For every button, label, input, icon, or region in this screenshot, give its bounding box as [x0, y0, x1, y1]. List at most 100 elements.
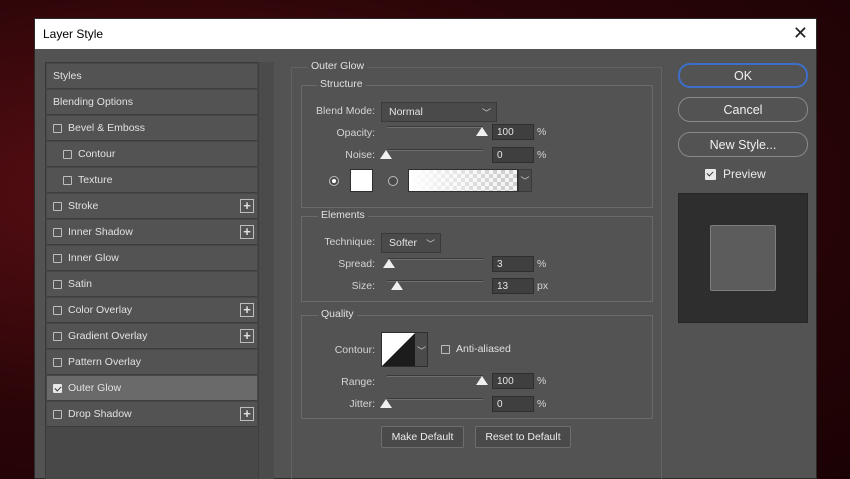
style-item-label: Blending Options — [53, 96, 133, 108]
stroke-checkbox[interactable] — [53, 201, 62, 211]
style-item-label: Pattern Overlay — [68, 356, 141, 368]
drop-shadow-checkbox[interactable] — [53, 409, 62, 419]
make-default-button[interactable]: Make Default — [381, 426, 464, 448]
range-slider-thumb[interactable] — [476, 376, 488, 385]
jitter-input[interactable]: 0 — [492, 396, 534, 412]
contour-picker[interactable]: ﹀ — [381, 332, 428, 367]
style-item-label: Bevel & Emboss — [68, 122, 146, 134]
noise-unit: % — [537, 149, 547, 161]
gradient-picker[interactable] — [408, 169, 518, 192]
style-item-color-overlay[interactable]: Color Overlay + — [47, 298, 257, 323]
opacity-input[interactable]: 100 — [492, 124, 534, 140]
inner-shadow-checkbox[interactable] — [53, 227, 62, 237]
style-item-label: Satin — [68, 278, 92, 290]
noise-input[interactable]: 0 — [492, 147, 534, 163]
jitter-slider[interactable] — [387, 398, 483, 400]
add-icon[interactable]: + — [240, 407, 254, 421]
style-item-stroke[interactable]: Stroke + — [47, 194, 257, 219]
ok-button[interactable]: OK — [678, 63, 808, 88]
inner-glow-checkbox[interactable] — [53, 253, 62, 263]
cancel-button[interactable]: Cancel — [678, 97, 808, 122]
blend-mode-select[interactable]: Normal ﹀ — [381, 102, 497, 122]
bevel-emboss-checkbox[interactable] — [53, 123, 62, 133]
color-overlay-checkbox[interactable] — [53, 305, 62, 315]
style-item-styles[interactable]: Styles — [47, 64, 257, 89]
range-label: Range: — [341, 376, 375, 388]
preview-label: Preview — [723, 167, 766, 181]
jitter-label: Jitter: — [349, 398, 375, 410]
blend-mode-value: Normal — [389, 106, 423, 118]
layer-style-dialog: Layer Style ✕ Styles Blending Options Beve… — [34, 18, 817, 479]
range-slider[interactable] — [387, 375, 483, 377]
jitter-unit: % — [537, 398, 547, 410]
styles-list: Styles Blending Options Bevel & Emboss Cont… — [45, 62, 274, 479]
style-item-label: Color Overlay — [68, 304, 133, 316]
style-item-texture[interactable]: Texture — [47, 168, 257, 193]
style-item-label: Contour — [78, 148, 116, 160]
structure-title: Structure — [317, 78, 366, 90]
chevron-down-icon: ﹀ — [417, 346, 427, 356]
contour-preview-icon — [382, 333, 415, 366]
add-icon[interactable]: + — [240, 303, 254, 317]
style-item-contour[interactable]: Contour — [47, 142, 257, 167]
style-preview — [678, 193, 808, 323]
style-item-satin[interactable]: Satin — [47, 272, 257, 297]
outer-glow-checkbox[interactable] — [53, 383, 62, 393]
satin-checkbox[interactable] — [53, 279, 62, 289]
style-item-inner-shadow[interactable]: Inner Shadow + — [47, 220, 257, 245]
size-slider-thumb[interactable] — [391, 281, 403, 290]
style-item-label: Texture — [78, 174, 113, 186]
style-item-label: Outer Glow — [68, 382, 122, 394]
solid-color-radio[interactable] — [329, 176, 339, 186]
preview-checkbox[interactable] — [705, 169, 716, 180]
style-item-bevel-emboss[interactable]: Bevel & Emboss — [47, 116, 257, 141]
range-unit: % — [537, 375, 547, 387]
range-input[interactable]: 100 — [492, 373, 534, 389]
technique-value: Softer — [389, 237, 418, 249]
gradient-overlay-checkbox[interactable] — [53, 331, 62, 341]
spread-input[interactable]: 3 — [492, 256, 534, 272]
spread-slider[interactable] — [387, 258, 483, 260]
reset-to-default-button[interactable]: Reset to Default — [475, 426, 571, 448]
preview-swatch — [710, 225, 776, 291]
add-icon[interactable]: + — [240, 225, 254, 239]
add-icon[interactable]: + — [240, 329, 254, 343]
style-item-outer-glow[interactable]: Outer Glow — [47, 376, 257, 401]
close-icon[interactable]: ✕ — [793, 24, 808, 42]
add-icon[interactable]: + — [240, 199, 254, 213]
style-item-label: Inner Shadow — [68, 226, 133, 238]
blend-mode-label: Blend Mode: — [316, 105, 375, 117]
size-label: Size: — [351, 280, 375, 292]
opacity-slider[interactable] — [387, 126, 483, 128]
technique-label: Technique: — [324, 236, 375, 248]
style-item-gradient-overlay[interactable]: Gradient Overlay + — [47, 324, 257, 349]
anti-aliased-label: Anti-aliased — [456, 343, 511, 355]
noise-slider-thumb[interactable] — [380, 150, 392, 159]
styles-list-scrollbar[interactable] — [258, 62, 274, 479]
chevron-down-icon[interactable]: ﹀ — [518, 169, 532, 192]
size-input[interactable]: 13 — [492, 278, 534, 294]
noise-slider[interactable] — [387, 149, 483, 151]
style-item-inner-glow[interactable]: Inner Glow — [47, 246, 257, 271]
new-style-button[interactable]: New Style... — [678, 132, 808, 157]
glow-color-swatch[interactable] — [350, 169, 373, 192]
spread-slider-thumb[interactable] — [383, 259, 395, 268]
gradient-radio[interactable] — [388, 176, 398, 186]
technique-select[interactable]: Softer ﹀ — [381, 233, 441, 253]
jitter-slider-thumb[interactable] — [380, 399, 392, 408]
pattern-overlay-checkbox[interactable] — [53, 357, 62, 367]
chevron-down-icon: ﹀ — [425, 239, 435, 249]
spread-unit: % — [537, 258, 547, 270]
dialog-title: Layer Style — [43, 27, 104, 41]
elements-title: Elements — [318, 209, 368, 221]
opacity-slider-thumb[interactable] — [476, 127, 488, 136]
style-item-blending-options[interactable]: Blending Options — [47, 90, 257, 115]
style-item-label: Styles — [53, 70, 82, 82]
style-item-pattern-overlay[interactable]: Pattern Overlay — [47, 350, 257, 375]
style-item-drop-shadow[interactable]: Drop Shadow + — [47, 402, 257, 427]
contour-label: Contour: — [334, 344, 375, 356]
style-item-label: Drop Shadow — [68, 408, 132, 420]
anti-aliased-checkbox[interactable] — [441, 345, 450, 354]
contour-checkbox[interactable] — [63, 149, 72, 159]
texture-checkbox[interactable] — [63, 175, 72, 185]
